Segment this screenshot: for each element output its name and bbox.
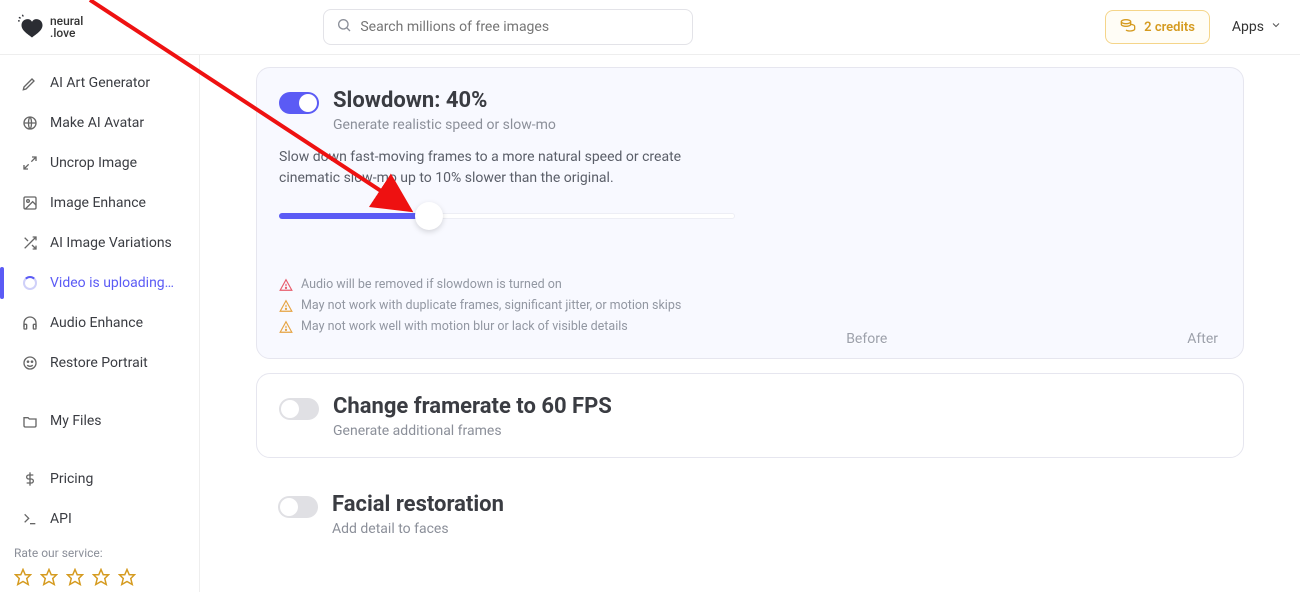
- rate-label: Rate our service:: [14, 546, 136, 560]
- slowdown-card: Slowdown: 40% Generate realistic speed o…: [256, 67, 1244, 359]
- sidebar-item-label: AI Art Generator: [50, 75, 150, 91]
- star-icon[interactable]: [118, 568, 136, 586]
- pen-icon: [22, 75, 38, 91]
- sidebar-item-label: Video is uploading…: [50, 275, 174, 291]
- before-label: Before: [846, 331, 887, 347]
- terminal-icon: [22, 511, 38, 527]
- headphones-icon: [22, 315, 38, 331]
- apps-label: Apps: [1232, 19, 1264, 35]
- image-icon: [22, 195, 38, 211]
- main-content: Slowdown: 40% Generate realistic speed o…: [200, 55, 1300, 592]
- framerate-title: Change framerate to 60 FPS: [333, 394, 612, 419]
- sidebar-item-label: Image Enhance: [50, 195, 146, 211]
- slowdown-title: Slowdown: 40%: [333, 88, 556, 113]
- sidebar-item-restore-portrait[interactable]: Restore Portrait: [0, 343, 199, 383]
- sidebar-item-pricing[interactable]: Pricing: [0, 459, 199, 499]
- brand-text: neural .love: [50, 15, 83, 39]
- star-icon[interactable]: [14, 568, 32, 586]
- facial-title: Facial restoration: [332, 492, 504, 517]
- warning-line: Audio will be removed if slowdown is tur…: [279, 277, 1221, 292]
- sidebar-item-image-enhance[interactable]: Image Enhance: [0, 183, 199, 223]
- star-icon[interactable]: [92, 568, 110, 586]
- search-icon: [336, 17, 352, 37]
- facial-subtitle: Add detail to faces: [332, 521, 504, 537]
- expand-icon: [22, 155, 38, 171]
- facial-toggle[interactable]: [278, 496, 318, 518]
- sidebar-item-ai-art-generator[interactable]: AI Art Generator: [0, 63, 199, 103]
- sidebar-item-audio-enhance[interactable]: Audio Enhance: [0, 303, 199, 343]
- sidebar-item-label: My Files: [50, 413, 102, 429]
- star-icon[interactable]: [40, 568, 58, 586]
- sidebar-item-label: Pricing: [50, 471, 93, 487]
- credits-button[interactable]: 2 credits: [1105, 10, 1210, 44]
- warning-line: May not work with duplicate frames, sign…: [279, 298, 1221, 313]
- search-box[interactable]: [323, 9, 693, 45]
- framerate-card: Change framerate to 60 FPS Generate addi…: [256, 373, 1244, 458]
- slowdown-warnings: Audio will be removed if slowdown is tur…: [279, 277, 1221, 334]
- before-after-labels: Before After: [846, 331, 1218, 347]
- slider-thumb[interactable]: [415, 202, 443, 230]
- sidebar-item-label: Restore Portrait: [50, 355, 148, 371]
- star-icon[interactable]: [66, 568, 84, 586]
- search-input[interactable]: [360, 19, 680, 35]
- apps-dropdown[interactable]: Apps: [1232, 19, 1282, 35]
- sidebar-item-ai-image-variations[interactable]: AI Image Variations: [0, 223, 199, 263]
- credits-label: 2 credits: [1144, 20, 1195, 35]
- sidebar-item-label: Make AI Avatar: [50, 115, 144, 131]
- warning-icon: [279, 320, 293, 334]
- sidebar-item-uncrop-image[interactable]: Uncrop Image: [0, 143, 199, 183]
- sidebar-item-my-files[interactable]: My Files: [0, 401, 199, 441]
- sidebar-item-api[interactable]: API: [0, 499, 199, 539]
- face-icon: [22, 355, 38, 371]
- sidebar-item-label: Audio Enhance: [50, 315, 143, 331]
- warning-icon: [279, 278, 293, 292]
- rate-service: Rate our service:: [14, 546, 136, 586]
- sidebar: AI Art Generator Make AI Avatar Uncrop I…: [0, 55, 200, 592]
- slowdown-description: Slow down fast-moving frames to a more n…: [279, 147, 739, 189]
- brand-logo[interactable]: neural .love: [18, 14, 83, 40]
- after-label: After: [1187, 331, 1218, 347]
- coins-icon: [1120, 17, 1136, 37]
- slowdown-slider[interactable]: [279, 213, 735, 219]
- slowdown-subtitle: Generate realistic speed or slow-mo: [333, 117, 556, 133]
- sidebar-item-video-uploading[interactable]: Video is uploading…: [0, 263, 199, 303]
- dollar-icon: [22, 471, 38, 487]
- facial-card: Facial restoration Add detail to faces: [256, 472, 1244, 555]
- globe-icon: [22, 115, 38, 131]
- shuffle-icon: [22, 235, 38, 251]
- framerate-toggle[interactable]: [279, 398, 319, 420]
- sidebar-item-label: API: [50, 511, 72, 527]
- folder-icon: [22, 413, 38, 429]
- sidebar-item-make-ai-avatar[interactable]: Make AI Avatar: [0, 103, 199, 143]
- spinner-icon: [22, 275, 38, 291]
- warning-icon: [279, 299, 293, 313]
- chevron-down-icon: [1270, 19, 1282, 35]
- heart-logo-icon: [18, 14, 46, 40]
- sidebar-item-label: AI Image Variations: [50, 235, 172, 251]
- sidebar-item-label: Uncrop Image: [50, 155, 137, 171]
- slowdown-toggle[interactable]: [279, 92, 319, 114]
- framerate-subtitle: Generate additional frames: [333, 423, 612, 439]
